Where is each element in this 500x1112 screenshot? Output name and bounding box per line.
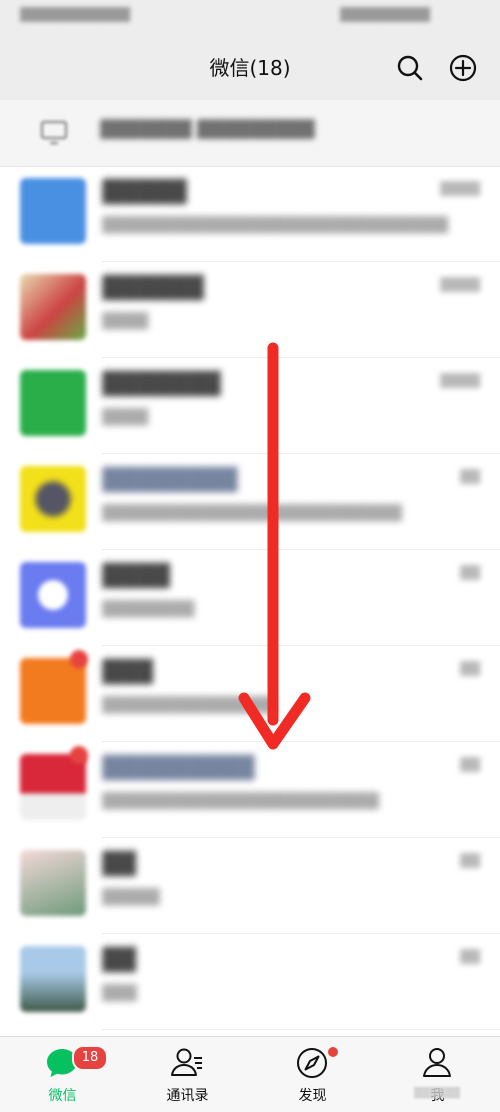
unread-dot: [70, 650, 88, 668]
chat-name-blurred: ▓▓▓▓▓▓▓▓: [102, 468, 238, 493]
chat-time-blurred: ▓▓: [460, 950, 480, 965]
chat-name-blurred: ▓▓: [102, 852, 136, 877]
chat-preview-blurred: ▓▓▓▓▓▓▓▓▓▓▓▓▓▓▓▓▓▓▓▓▓▓▓▓: [102, 792, 379, 810]
avatar: [20, 466, 86, 532]
tab-discover[interactable]: 发现: [250, 1037, 375, 1112]
chat-name-blurred: ▓▓: [102, 948, 136, 973]
avatar: [20, 370, 86, 436]
top-navigation-bar: 微信(18): [0, 36, 500, 100]
chat-preview-blurred: ▓▓▓▓▓▓▓▓▓▓▓▓▓▓▓▓▓▓▓▓▓▓▓▓▓▓▓▓▓▓: [102, 216, 449, 234]
avatar: [20, 946, 86, 1012]
chat-name-blurred: ▓▓▓▓: [102, 564, 170, 589]
desktop-login-banner[interactable]: ▓▓▓▓▓▓▓ ▓▓▓▓▓▓▓▓▓: [0, 100, 500, 167]
add-button[interactable]: [447, 52, 479, 84]
avatar: [20, 178, 86, 244]
chat-name-blurred: ▓▓▓: [102, 660, 153, 685]
chat-preview-blurred: ▓▓▓▓: [102, 408, 149, 426]
unread-dot: [70, 746, 88, 764]
tab-label: 发现: [298, 1088, 327, 1104]
chat-time-blurred: ▓▓▓▓: [440, 278, 480, 293]
bottom-tab-bar: 18 微信 通讯录 发现 我: [0, 1036, 500, 1112]
avatar: [20, 658, 86, 724]
chat-time-blurred: ▓▓: [460, 662, 480, 677]
chat-name-blurred: ▓▓▓▓▓▓▓: [102, 372, 221, 397]
chat-preview-blurred: ▓▓▓▓▓▓▓▓: [102, 600, 195, 618]
chat-preview-blurred: ▓▓▓: [102, 984, 137, 1002]
chat-preview-blurred: ▓▓▓▓: [102, 312, 149, 330]
tab-label: 微信: [48, 1088, 77, 1104]
notification-dot: [328, 1047, 338, 1057]
chat-time-blurred: ▓▓: [460, 854, 480, 869]
chat-time-blurred: ▓▓▓▓: [440, 374, 480, 389]
avatar: [20, 562, 86, 628]
chat-item[interactable]: ▓▓ ▓▓▓▓▓ ▓▓: [0, 838, 500, 934]
status-indicators-blurred: ▓▓▓▓▓▓▓▓▓: [340, 8, 430, 23]
banner-text-blurred: ▓▓▓▓▓▓▓ ▓▓▓▓▓▓▓▓▓: [100, 120, 315, 140]
down-arrow-icon: [238, 342, 311, 750]
chat-time-blurred: ▓▓: [460, 566, 480, 581]
compass-icon: [297, 1048, 327, 1078]
plus-circle-icon: [449, 54, 477, 82]
status-bar: ▓▓▓▓▓▓▓▓▓▓▓ ▓▓▓▓▓▓▓▓▓: [0, 0, 500, 36]
status-carrier-blurred: ▓▓▓▓▓▓▓▓▓▓▓: [20, 8, 130, 23]
chat-item[interactable]: ▓▓ ▓▓▓ ▓▓: [0, 934, 500, 1030]
search-button[interactable]: [394, 52, 426, 84]
avatar: [20, 754, 86, 820]
avatar: [20, 850, 86, 916]
tab-me[interactable]: 我: [375, 1037, 500, 1112]
search-icon: [397, 55, 423, 81]
chat-name-blurred: ▓▓▓▓▓: [102, 180, 187, 205]
chat-item[interactable]: ▓▓▓▓▓ ▓▓▓▓▓▓▓▓▓▓▓▓▓▓▓▓▓▓▓▓▓▓▓▓▓▓▓▓▓▓ ▓▓▓…: [0, 166, 500, 262]
chat-time-blurred: ▓▓▓▓: [440, 182, 480, 197]
tab-contacts[interactable]: 通讯录: [125, 1037, 250, 1112]
tab-label: 通讯录: [166, 1088, 209, 1104]
chat-preview-blurred: ▓▓▓▓▓: [102, 888, 160, 906]
monitor-icon: [41, 121, 67, 144]
unread-count-badge: 18: [72, 1045, 108, 1071]
tab-chats[interactable]: 18 微信: [0, 1037, 125, 1112]
avatar: [20, 274, 86, 340]
contacts-icon: [171, 1048, 202, 1076]
chat-time-blurred: ▓▓: [460, 470, 480, 485]
chat-name-blurred: ▓▓▓▓▓▓: [102, 276, 204, 301]
watermark: ▓▓▓▓▓▓: [413, 1088, 460, 1099]
profile-icon: [423, 1048, 451, 1077]
chat-time-blurred: ▓▓: [460, 758, 480, 773]
